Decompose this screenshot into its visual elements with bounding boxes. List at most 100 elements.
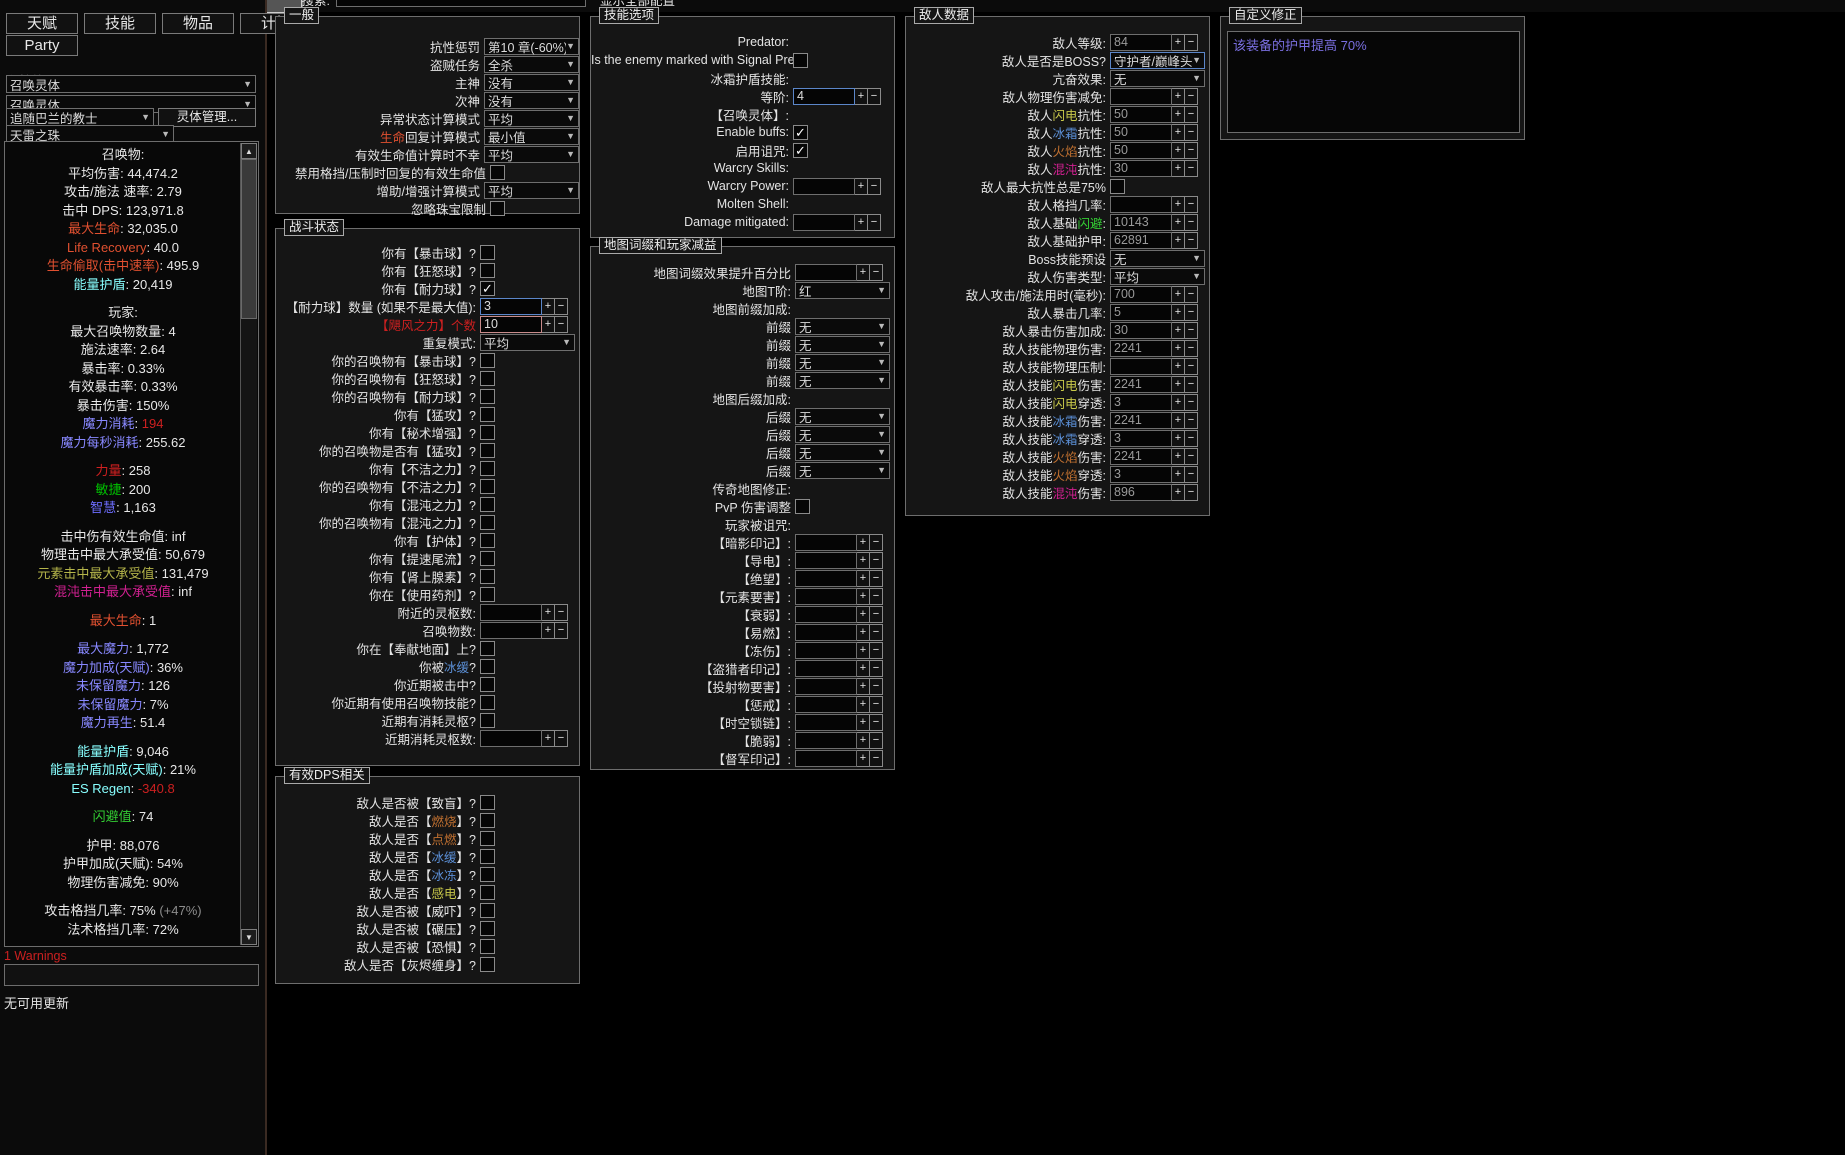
spinner-input[interactable]: 2241 bbox=[1110, 339, 1172, 357]
minus-icon[interactable]: − bbox=[870, 677, 883, 695]
plus-icon[interactable]: + bbox=[542, 621, 555, 639]
plus-icon[interactable]: + bbox=[857, 263, 870, 281]
minus-icon[interactable]: − bbox=[555, 315, 568, 333]
spinner-input[interactable] bbox=[480, 621, 542, 639]
spinner[interactable]: + − bbox=[1110, 87, 1198, 105]
dropdown[interactable]: 无 ▼ bbox=[795, 425, 890, 443]
checkbox[interactable]: ✓ bbox=[480, 280, 495, 296]
minus-icon[interactable]: − bbox=[1185, 87, 1198, 105]
minus-icon[interactable]: − bbox=[555, 621, 568, 639]
spinner-input[interactable]: 50 bbox=[1110, 141, 1172, 159]
dropdown[interactable]: 平均 ▼ bbox=[484, 145, 579, 163]
plus-icon[interactable]: + bbox=[1172, 465, 1185, 483]
spinner[interactable]: 3 + − bbox=[1110, 393, 1198, 411]
spinner[interactable]: + − bbox=[795, 695, 883, 713]
dropdown[interactable]: 守护者/巅峰头目▼ bbox=[1110, 51, 1205, 69]
minus-icon[interactable]: − bbox=[1185, 447, 1198, 465]
minus-icon[interactable]: − bbox=[870, 659, 883, 677]
plus-icon[interactable]: + bbox=[542, 297, 555, 315]
minus-icon[interactable]: − bbox=[1185, 141, 1198, 159]
minus-icon[interactable]: − bbox=[1185, 465, 1198, 483]
spinner[interactable]: + − bbox=[795, 569, 883, 587]
checkbox[interactable] bbox=[480, 370, 495, 386]
dropdown[interactable]: 无 ▼ bbox=[795, 371, 890, 389]
dropdown[interactable]: 平均 ▼ bbox=[484, 181, 579, 199]
minus-icon[interactable]: − bbox=[1185, 195, 1198, 213]
scroll-down-icon[interactable]: ▼ bbox=[241, 929, 257, 945]
checkbox[interactable] bbox=[480, 658, 495, 674]
sidebar-tab-skills[interactable]: 技能 bbox=[84, 13, 156, 34]
spinner[interactable]: 896 + − bbox=[1110, 483, 1198, 501]
spinner-input[interactable]: 50 bbox=[1110, 123, 1172, 141]
spinner[interactable]: + − bbox=[1110, 357, 1198, 375]
plus-icon[interactable]: + bbox=[1172, 231, 1185, 249]
spinner[interactable]: + − bbox=[795, 587, 883, 605]
checkbox[interactable] bbox=[480, 244, 495, 260]
spinner[interactable]: + − bbox=[795, 731, 883, 749]
spinner-input[interactable] bbox=[795, 641, 857, 659]
spinner[interactable]: 50 + − bbox=[1110, 123, 1198, 141]
checkbox[interactable] bbox=[480, 406, 495, 422]
plus-icon[interactable]: + bbox=[1172, 393, 1185, 411]
checkbox[interactable] bbox=[480, 920, 495, 936]
checkbox[interactable] bbox=[1110, 178, 1125, 194]
minus-icon[interactable]: − bbox=[1185, 303, 1198, 321]
spinner-input[interactable]: 50 bbox=[1110, 105, 1172, 123]
plus-icon[interactable]: + bbox=[1172, 447, 1185, 465]
checkbox[interactable] bbox=[490, 164, 505, 180]
minus-icon[interactable]: − bbox=[1185, 159, 1198, 177]
spinner-input[interactable]: 30 bbox=[1110, 159, 1172, 177]
minus-icon[interactable]: − bbox=[870, 263, 883, 281]
minus-icon[interactable]: − bbox=[1185, 213, 1198, 231]
dropdown[interactable]: 平均 ▼ bbox=[480, 333, 575, 351]
plus-icon[interactable]: + bbox=[857, 569, 870, 587]
spinner-input[interactable] bbox=[795, 659, 857, 677]
checkbox[interactable] bbox=[480, 794, 495, 810]
spinner-input[interactable] bbox=[795, 533, 857, 551]
plus-icon[interactable]: + bbox=[542, 315, 555, 333]
spinner[interactable]: + − bbox=[793, 213, 881, 231]
dropdown[interactable]: 最小值 ▼ bbox=[484, 127, 579, 145]
checkbox[interactable] bbox=[480, 568, 495, 584]
spinner-input[interactable]: 5 bbox=[1110, 303, 1172, 321]
spinner-input[interactable] bbox=[795, 713, 857, 731]
minus-icon[interactable]: − bbox=[1185, 123, 1198, 141]
spinner[interactable]: + − bbox=[795, 749, 883, 767]
plus-icon[interactable]: + bbox=[1172, 213, 1185, 231]
spinner[interactable]: 10143 + − bbox=[1110, 213, 1198, 231]
spinner[interactable]: + − bbox=[480, 603, 568, 621]
minus-icon[interactable]: − bbox=[868, 177, 881, 195]
spinner[interactable]: 2241 + − bbox=[1110, 447, 1198, 465]
minus-icon[interactable]: − bbox=[1185, 105, 1198, 123]
spinner-input[interactable]: 10143 bbox=[1110, 213, 1172, 231]
spinner[interactable]: + − bbox=[480, 729, 568, 747]
scroll-thumb[interactable] bbox=[241, 159, 257, 319]
minus-icon[interactable]: − bbox=[870, 713, 883, 731]
spinner[interactable]: + − bbox=[795, 677, 883, 695]
checkbox[interactable] bbox=[480, 532, 495, 548]
spinner-input[interactable] bbox=[793, 177, 855, 195]
spinner-input[interactable]: 10 bbox=[480, 315, 542, 333]
main-skill-select-1[interactable]: 召唤灵体 ▼ bbox=[6, 75, 256, 93]
plus-icon[interactable]: + bbox=[1172, 123, 1185, 141]
spinner-input[interactable] bbox=[480, 729, 542, 747]
plus-icon[interactable]: + bbox=[857, 713, 870, 731]
spinner-input[interactable] bbox=[795, 605, 857, 623]
spinner[interactable]: 3 + − bbox=[1110, 465, 1198, 483]
checkbox[interactable]: ✓ bbox=[793, 142, 808, 158]
spinner-input[interactable]: 4 bbox=[793, 87, 855, 105]
minus-icon[interactable]: − bbox=[868, 213, 881, 231]
checkbox[interactable] bbox=[480, 460, 495, 476]
spinner-input[interactable] bbox=[795, 551, 857, 569]
checkbox[interactable] bbox=[480, 640, 495, 656]
dropdown[interactable]: 无 ▼ bbox=[795, 407, 890, 425]
checkbox[interactable] bbox=[793, 52, 808, 68]
minus-icon[interactable]: − bbox=[1185, 393, 1198, 411]
minus-icon[interactable]: − bbox=[868, 87, 881, 105]
spinner-input[interactable]: 30 bbox=[1110, 321, 1172, 339]
spinner-input[interactable] bbox=[795, 677, 857, 695]
spinner-input[interactable]: 700 bbox=[1110, 285, 1172, 303]
plus-icon[interactable]: + bbox=[1172, 411, 1185, 429]
minus-icon[interactable]: − bbox=[1185, 33, 1198, 51]
checkbox[interactable] bbox=[480, 550, 495, 566]
